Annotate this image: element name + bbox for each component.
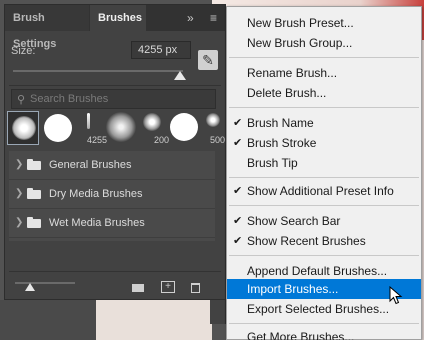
delete-trash-icon[interactable] [189,281,203,293]
menu-item-label: Delete Brush... [247,86,327,100]
search-icon: ⚲ [17,94,26,106]
menu-item-label: Get More Brushes... [247,330,355,340]
recent-brush[interactable] [169,111,201,145]
folder-icon [27,217,41,228]
size-input[interactable] [131,41,191,59]
menu-item-append-default-brushes[interactable]: Append Default Brushes... [227,261,421,281]
panel-menu-icon[interactable]: ≡ [210,5,217,31]
brush-group-wet-media[interactable]: ❯ Wet Media Brushes [9,209,215,238]
menu-item-label: Export Selected Brushes... [247,302,390,316]
thumbnail-size-slider[interactable] [15,282,75,284]
recent-brush[interactable]: 4255 [75,111,107,145]
recent-brush[interactable]: 500 [201,111,225,145]
menu-item-show-search-bar[interactable]: ✔ Show Search Bar [227,211,421,231]
divider [9,85,221,86]
menu-separator [229,107,419,108]
menu-item-label: Append Default Brushes... [247,264,388,278]
group-label: General Brushes [49,159,132,171]
tab-brushes[interactable]: Brushes [90,5,146,31]
menu-item-label: Brush Tip [247,156,298,170]
checkmark-icon: ✔ [233,137,243,149]
menu-item-label: Brush Name [247,116,314,130]
menu-separator [229,57,419,58]
recent-brush-label: 500 [209,135,225,145]
folder-icon [27,159,41,170]
recent-brush-label: 4255 [86,135,107,145]
checkmark-icon: ✔ [233,185,243,197]
menu-item-rename-brush[interactable]: Rename Brush... [227,63,421,83]
menu-separator [229,323,419,324]
recent-brush[interactable] [7,111,39,145]
group-label: Wet Media Brushes [49,217,145,229]
workspace-strip [0,300,96,340]
menu-item-brush-name[interactable]: ✔ Brush Name [227,113,421,133]
menu-item-label: Show Search Bar [247,214,341,228]
menu-item-show-recent-brushes[interactable]: ✔ Show Recent Brushes [227,231,421,251]
size-slider-handle[interactable] [173,71,186,80]
tab-brush-settings[interactable]: Brush Settings [5,5,89,50]
menu-item-brush-stroke[interactable]: ✔ Brush Stroke [227,133,421,153]
recent-brush-label: 200 [153,135,169,145]
brush-group-dry-media[interactable]: ❯ Dry Media Brushes [9,180,215,209]
chevron-right-icon[interactable]: ❯ [15,188,23,199]
search-input[interactable] [30,91,210,107]
menu-item-label: Show Recent Brushes [247,234,366,248]
checkmark-icon: ✔ [233,117,243,129]
chevron-right-icon[interactable]: ❯ [15,159,23,170]
menu-item-label: New Brush Preset... [247,16,354,30]
mouse-pointer-icon [389,286,403,305]
menu-item-show-additional-preset-info[interactable]: ✔ Show Additional Preset Info [227,181,421,201]
brushes-panel: Brush Settings Brushes » ≡ Size: ✎ ⚲ 425… [4,4,226,300]
menu-separator [229,177,419,178]
create-preset-icon[interactable]: ✎ [198,50,218,70]
brush-groups: ❯ General Brushes ❯ Dry Media Brushes ❯ … [9,151,215,241]
recent-brushes: 4255 200 500 [5,111,225,147]
checkmark-icon: ✔ [233,235,243,247]
recent-brush[interactable] [105,111,137,145]
new-brush-add-icon[interactable]: + [161,281,175,293]
menu-item-label: Show Additional Preset Info [247,184,394,198]
menu-separator [229,255,419,256]
menu-item-brush-tip[interactable]: Brush Tip [227,153,421,173]
menu-item-label: Brush Stroke [247,136,317,150]
divider [9,271,221,272]
menu-item-get-more-brushes[interactable]: Get More Brushes... [227,327,421,340]
menu-item-new-brush-preset[interactable]: New Brush Preset... [227,13,421,33]
recent-brush[interactable]: 200 [137,111,169,145]
search-bar: ⚲ [11,89,216,109]
menu-item-new-brush-group[interactable]: New Brush Group... [227,33,421,53]
checkmark-icon: ✔ [233,215,243,227]
menu-item-label: Rename Brush... [247,66,338,80]
size-label: Size: [11,45,36,57]
collapse-panel-icon[interactable]: » [187,5,194,31]
thumbnail-size-handle[interactable] [25,283,35,291]
new-group-folder-icon[interactable] [131,281,145,293]
recent-brush[interactable] [43,111,75,145]
panel-tab-bar: Brush Settings Brushes » ≡ [5,5,225,50]
chevron-right-icon[interactable]: ❯ [15,217,23,228]
menu-item-label: New Brush Group... [247,36,353,50]
menu-item-delete-brush[interactable]: Delete Brush... [227,83,421,103]
folder-icon [27,188,41,199]
menu-item-label: Import Brushes... [247,282,339,296]
size-slider[interactable] [13,70,183,72]
menu-separator [229,205,419,206]
group-label: Dry Media Brushes [49,188,143,200]
brush-group-general[interactable]: ❯ General Brushes [9,151,215,180]
